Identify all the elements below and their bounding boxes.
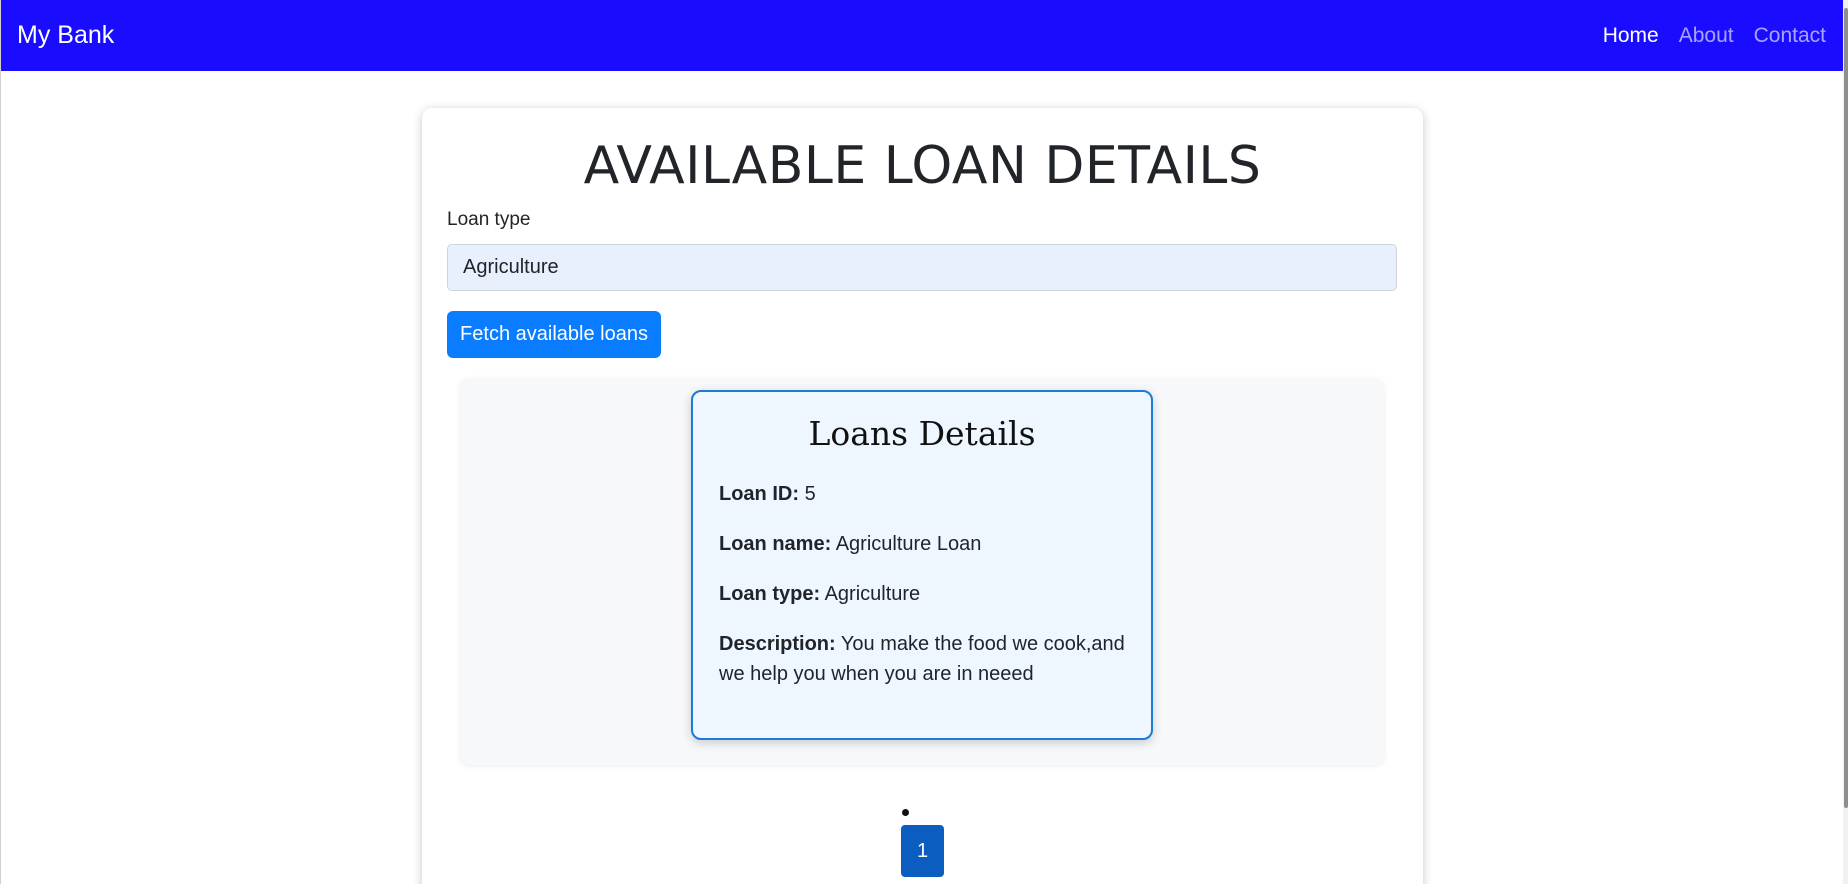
loan-name-label: Loan name: xyxy=(719,533,832,555)
loan-card: Loans Details Loan ID: 5 Loan name: Agri… xyxy=(691,390,1153,740)
loan-carousel: Loans Details Loan ID: 5 Loan name: Agri… xyxy=(460,378,1384,765)
loan-type-row: Loan type: Agriculture xyxy=(719,579,1125,609)
loan-card-title: Loans Details xyxy=(808,414,1036,453)
nav-link-home[interactable]: Home xyxy=(1603,24,1659,48)
pagination-page-1[interactable]: 1 xyxy=(901,825,944,877)
scrollbar-thumb[interactable] xyxy=(1844,8,1848,808)
page-title: AVAILABLE LOAN DETAILS xyxy=(583,136,1262,196)
loan-description-row: Description: You make the food we cook,a… xyxy=(719,629,1125,689)
fetch-loans-button[interactable]: Fetch available loans xyxy=(447,311,661,358)
loan-description-label: Description: xyxy=(719,633,836,655)
navbar: My Bank Home About Contact xyxy=(1,0,1844,71)
loan-type-detail-label: Loan type: xyxy=(719,583,821,605)
pagination-bullet-icon xyxy=(902,809,909,816)
loan-id-label: Loan ID: xyxy=(719,483,799,505)
loan-name-value: Agriculture Loan xyxy=(835,533,982,555)
loan-type-detail-value: Agriculture xyxy=(824,583,921,605)
browser-viewport: My Bank Home About Contact AVAILABLE LOA… xyxy=(0,0,1848,884)
nav-links: Home About Contact xyxy=(1603,24,1826,48)
brand-link[interactable]: My Bank xyxy=(17,21,114,50)
loan-type-input[interactable] xyxy=(447,244,1397,291)
loan-id-row: Loan ID: 5 xyxy=(719,479,1125,509)
loan-details-panel: AVAILABLE LOAN DETAILS Loan type Fetch a… xyxy=(422,108,1423,884)
loan-id-value: 5 xyxy=(804,483,816,505)
nav-link-contact[interactable]: Contact xyxy=(1754,24,1826,48)
page-scrollbar[interactable] xyxy=(1843,0,1848,884)
loan-type-label: Loan type xyxy=(447,209,531,230)
nav-link-about[interactable]: About xyxy=(1679,24,1734,48)
loan-name-row: Loan name: Agriculture Loan xyxy=(719,529,1125,559)
